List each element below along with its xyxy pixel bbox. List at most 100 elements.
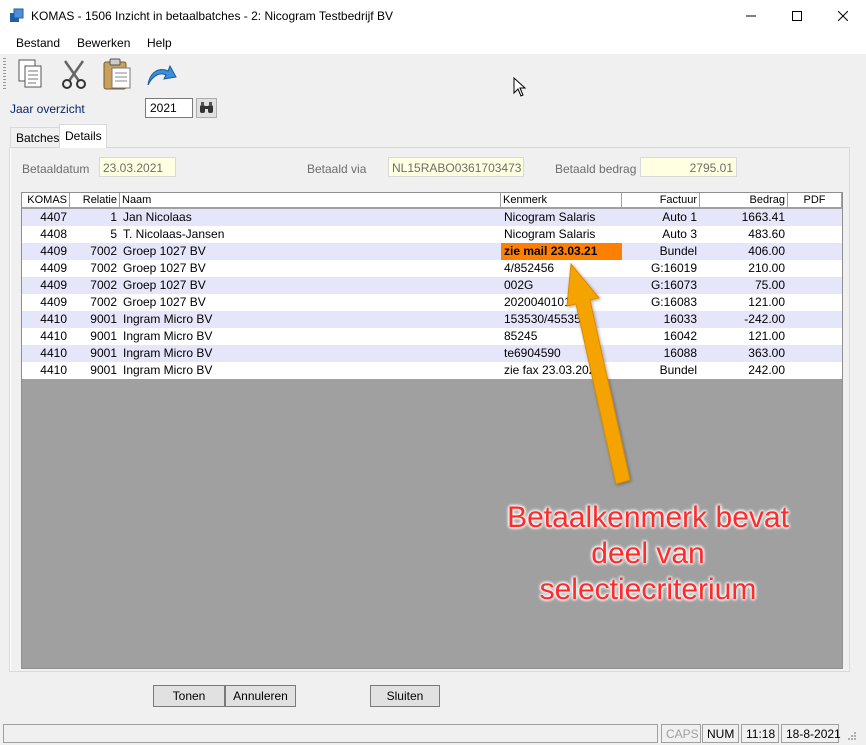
menu-bar: Bestand Bewerken Help [0, 32, 866, 54]
cell-pdf [788, 362, 842, 379]
maximize-button[interactable] [774, 0, 820, 32]
status-bar: CAPS NUM 11:18 18-8-2021 [0, 721, 866, 745]
sluiten-button[interactable]: Sluiten [370, 685, 440, 707]
table-row[interactable]: 4410 9001 Ingram Micro BV zie fax 23.03.202… [22, 362, 842, 379]
cell-relatie: 7002 [90, 278, 117, 292]
cell-factuur: G:16073 [650, 278, 697, 292]
cell-naam: Ingram Micro BV [123, 363, 213, 377]
cell-relatie: 7002 [90, 261, 117, 275]
tab-details[interactable]: Details [59, 124, 107, 148]
table-row[interactable]: 4408 5 T. Nicolaas-Jansen Nicogram Salaris A… [22, 226, 842, 243]
table-row[interactable]: 4409 7002 Groep 1027 BV 4/852456 G:16019 210.… [22, 260, 842, 277]
column-header-bedrag[interactable]: Bedrag [700, 193, 788, 208]
table-row[interactable]: 4409 7002 Groep 1027 BV 2020040101 G:16083 12… [22, 294, 842, 311]
cell-relatie: 9001 [90, 363, 117, 377]
cell-relatie: 5 [110, 227, 117, 241]
cell-factuur: G:16019 [650, 261, 697, 275]
cell-factuur: 16088 [663, 346, 697, 360]
resize-grip-icon[interactable] [844, 730, 858, 742]
menu-bestand[interactable]: Bestand [16, 36, 60, 50]
mouse-cursor-icon [513, 77, 527, 97]
cell-factuur: Auto 3 [662, 227, 697, 241]
cell-kenmerk: 2020040101 [504, 295, 571, 309]
menu-help[interactable]: Help [147, 36, 172, 50]
annotation-line: selectiecriterium [539, 573, 757, 606]
app-icon [10, 8, 24, 22]
status-caps: CAPS [661, 724, 701, 743]
cell-kenmerk: Nicogram Salaris [504, 210, 596, 224]
cell-naam: Ingram Micro BV [123, 329, 213, 343]
cell-relatie: 9001 [90, 329, 117, 343]
betaaldatum-label: Betaaldatum [22, 162, 90, 176]
cell-kenmerk: zie mail 23.03.21 [501, 243, 622, 260]
cell-pdf [788, 209, 842, 226]
cell-pdf [788, 277, 842, 294]
title-bar: KOMAS - 1506 Inzicht in betaalbatches - … [0, 0, 866, 32]
annotation-text: Betaalkenmerk bevat deel van selectiecri… [478, 500, 818, 608]
scissors-icon[interactable] [57, 57, 91, 91]
cell-naam: T. Nicolaas-Jansen [123, 227, 225, 241]
cell-komas: 4409 [40, 278, 67, 292]
annotation-line: Betaalkenmerk bevat [507, 501, 789, 534]
table-row[interactable]: 4410 9001 Ingram Micro BV 153530/45535 16033… [22, 311, 842, 328]
betaald-bedrag-label: Betaald bedrag [555, 162, 637, 176]
betaald-via-field: NL15RABO0361703473 [388, 157, 524, 177]
cell-bedrag: 121.00 [748, 295, 785, 309]
year-input[interactable]: 2021 [145, 98, 193, 118]
cell-komas: 4410 [40, 346, 67, 360]
table-row[interactable]: 4407 1 Jan Nicolaas Nicogram Salaris Auto 1 1… [22, 209, 842, 226]
cell-bedrag: 242.00 [748, 363, 785, 377]
column-header-pdf[interactable]: PDF [788, 193, 842, 208]
toolbar-grip[interactable] [3, 58, 6, 90]
column-header-naam[interactable]: Naam [120, 193, 501, 208]
column-header-factuur[interactable]: Factuur [622, 193, 700, 208]
cell-pdf [788, 226, 842, 243]
clipboard-icon[interactable] [100, 57, 134, 91]
cell-pdf [788, 311, 842, 328]
cell-komas: 4409 [40, 244, 67, 258]
betaald-via-label: Betaald via [307, 162, 367, 176]
cell-naam: Groep 1027 BV [123, 261, 206, 275]
cell-kenmerk: zie fax 23.03.2021 [504, 363, 603, 377]
cell-relatie: 7002 [90, 295, 117, 309]
cell-kenmerk: te6904590 [504, 346, 561, 360]
cell-factuur: Auto 1 [662, 210, 697, 224]
window-title: KOMAS - 1506 Inzicht in betaalbatches - … [31, 9, 393, 23]
table-row[interactable]: 4409 7002 Groep 1027 BV 002G G:16073 75.00 [22, 277, 842, 294]
cell-naam: Groep 1027 BV [123, 244, 206, 258]
close-button[interactable] [820, 0, 866, 32]
cell-factuur: G:16083 [650, 295, 697, 309]
cell-naam: Ingram Micro BV [123, 312, 213, 326]
status-time: 11:18 [741, 724, 779, 743]
menu-bewerken[interactable]: Bewerken [77, 36, 130, 50]
cell-factuur: Bundel [659, 363, 697, 377]
document-icon[interactable] [14, 57, 48, 91]
search-button[interactable] [196, 98, 217, 118]
table-row[interactable]: 4410 9001 Ingram Micro BV te6904590 16088 363… [22, 345, 842, 362]
column-header-relatie[interactable]: Relatie [70, 193, 120, 208]
tonen-button[interactable]: Tonen [153, 685, 225, 707]
cell-kenmerk: 85245 [504, 329, 538, 343]
binoculars-icon [200, 102, 213, 113]
column-header-kenmerk[interactable]: Kenmerk [501, 193, 622, 208]
cell-naam: Groep 1027 BV [123, 295, 206, 309]
cell-factuur: 16033 [663, 312, 697, 326]
table-row[interactable]: 4410 9001 Ingram Micro BV 85245 16042 121.00 [22, 328, 842, 345]
tab-batches[interactable]: Batches [10, 127, 60, 147]
minimize-button[interactable] [728, 0, 774, 32]
table-row[interactable]: 4409 7002 Groep 1027 BV zie mail 23.03.21 Bu… [22, 243, 842, 260]
cell-bedrag: 363.00 [748, 346, 785, 360]
annuleren-button[interactable]: Annuleren [225, 685, 296, 707]
cell-relatie: 1 [110, 210, 117, 224]
betaaldatum-field: 23.03.2021 [99, 157, 176, 177]
cell-bedrag: 1663.41 [741, 210, 785, 224]
cell-relatie: 7002 [90, 244, 117, 258]
cell-bedrag: -242.00 [744, 312, 785, 326]
status-main [3, 724, 658, 743]
undo-arrow-icon[interactable] [144, 57, 178, 91]
maximize-icon [792, 11, 802, 21]
minimize-icon [746, 15, 756, 17]
cell-pdf [788, 260, 842, 277]
cell-pdf [788, 328, 842, 345]
column-header-komas[interactable]: KOMAS [22, 193, 70, 208]
